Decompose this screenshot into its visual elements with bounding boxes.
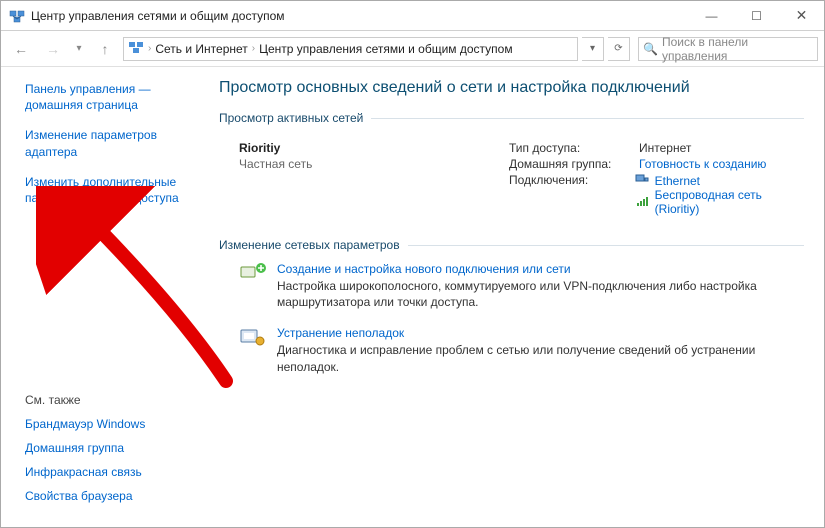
action-troubleshoot-desc: Диагностика и исправление проблем с сеть… xyxy=(277,342,804,374)
title-bar: Центр управления сетями и общим доступом… xyxy=(1,1,824,31)
connection-ethernet[interactable]: Ethernet xyxy=(655,174,700,188)
breadcrumb[interactable]: › Сеть и Интернет › Центр управления сет… xyxy=(123,37,578,61)
troubleshoot-icon xyxy=(239,326,267,348)
sidebar-item-adapter-settings[interactable]: Изменение параметров адаптера xyxy=(25,128,157,158)
address-bar: ← → ▾ ↑ › Сеть и Интернет › Центр управл… xyxy=(1,31,824,67)
access-type-value: Интернет xyxy=(639,141,691,155)
back-button[interactable]: ← xyxy=(7,35,35,63)
homegroup-label: Домашняя группа: xyxy=(509,157,639,171)
main-content: Просмотр основных сведений о сети и наст… xyxy=(209,67,824,527)
connections-label: Подключения: xyxy=(509,173,635,216)
minimize-button[interactable]: — xyxy=(689,1,734,30)
ethernet-icon xyxy=(635,173,649,188)
page-heading: Просмотр основных сведений о сети и наст… xyxy=(219,79,804,97)
action-new-connection-desc: Настройка широкополосного, коммутируемог… xyxy=(277,278,804,310)
search-placeholder: Поиск в панели управления xyxy=(662,35,813,63)
seealso-infrared[interactable]: Инфракрасная связь xyxy=(25,465,193,479)
action-troubleshoot: Устранение неполадок Диагностика и испра… xyxy=(239,326,804,374)
action-new-connection-link[interactable]: Создание и настройка нового подключения … xyxy=(277,262,571,276)
network-type: Частная сеть xyxy=(239,157,509,171)
access-type-label: Тип доступа: xyxy=(509,141,639,155)
sidebar-home[interactable]: Панель управления — домашняя страница xyxy=(25,82,151,112)
breadcrumb-dropdown[interactable]: ▾ xyxy=(582,37,604,61)
forward-button[interactable]: → xyxy=(39,35,67,63)
new-connection-icon xyxy=(239,262,267,284)
sidebar-item-advanced-sharing[interactable]: Изменить дополнительные параметры общего… xyxy=(25,175,179,205)
close-button[interactable]: ✕ xyxy=(779,1,824,30)
network-name: Rioritiy xyxy=(239,141,509,155)
breadcrumb-item-1[interactable]: Сеть и Интернет xyxy=(155,42,247,56)
action-new-connection: Создание и настройка нового подключения … xyxy=(239,262,804,310)
seealso-browser[interactable]: Свойства браузера xyxy=(25,489,193,503)
wifi-icon xyxy=(635,195,649,210)
seealso-heading: См. также xyxy=(25,393,193,407)
up-button[interactable]: ↑ xyxy=(91,35,119,63)
search-input[interactable]: 🔍 Поиск в панели управления xyxy=(638,37,818,61)
search-icon: 🔍 xyxy=(643,42,658,56)
breadcrumb-item-2[interactable]: Центр управления сетями и общим доступом xyxy=(259,42,513,56)
maximize-button[interactable]: ☐ xyxy=(734,1,779,30)
active-network-row: Rioritiy Частная сеть Тип доступа: Интер… xyxy=(219,135,804,232)
seealso-firewall[interactable]: Брандмауэр Windows xyxy=(25,417,193,431)
connection-wifi[interactable]: Беспроводная сеть (Rioritiy) xyxy=(655,188,804,216)
action-troubleshoot-link[interactable]: Устранение неполадок xyxy=(277,326,404,340)
chevron-right-icon: › xyxy=(252,43,255,54)
group-active-networks: Просмотр активных сетей xyxy=(219,111,363,125)
homegroup-link[interactable]: Готовность к созданию xyxy=(639,157,766,171)
sidebar: Панель управления — домашняя страница Из… xyxy=(1,67,209,527)
app-icon xyxy=(9,8,25,24)
recent-dropdown[interactable]: ▾ xyxy=(71,35,87,63)
breadcrumb-icon xyxy=(128,39,144,58)
seealso-homegroup[interactable]: Домашняя группа xyxy=(25,441,193,455)
window-controls: — ☐ ✕ xyxy=(689,1,824,30)
refresh-button[interactable]: ⟳ xyxy=(608,37,630,61)
group-change-settings: Изменение сетевых параметров xyxy=(219,238,400,252)
window-title: Центр управления сетями и общим доступом xyxy=(31,9,689,23)
chevron-right-icon: › xyxy=(148,43,151,54)
